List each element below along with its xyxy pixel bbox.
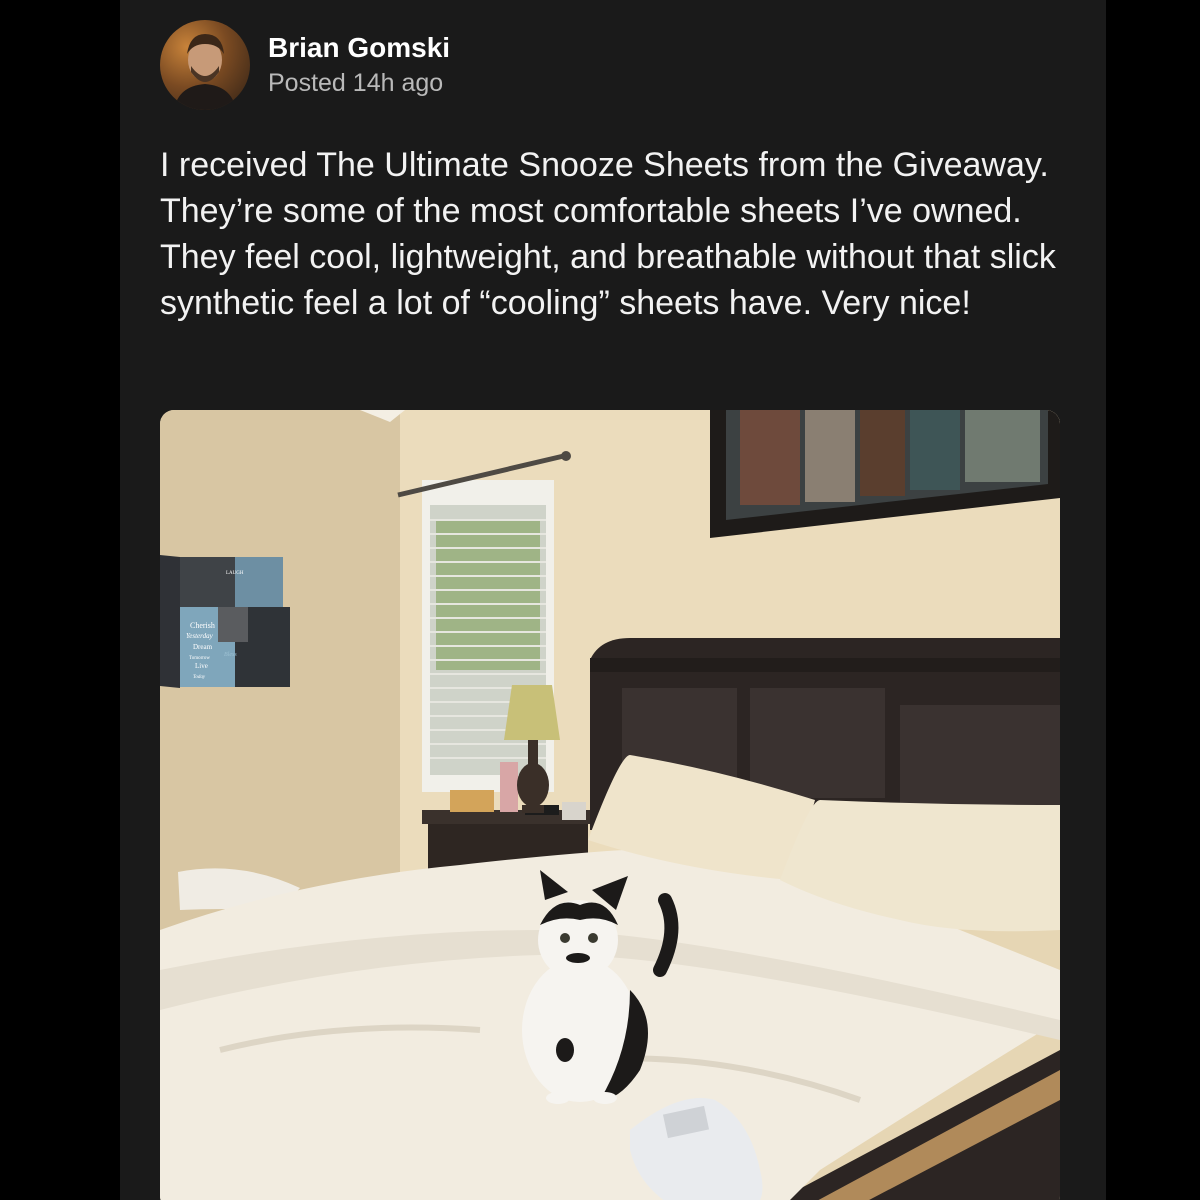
canvas-word-5: Live (195, 662, 208, 670)
person-icon (174, 34, 236, 110)
posted-time: 14h ago (352, 69, 444, 97)
window (397, 451, 571, 792)
posted-prefix: Posted (268, 69, 346, 97)
post-card: Brian Gomski Posted 14h ago I received T… (120, 0, 1106, 1200)
author-info: Brian Gomski Posted 14h ago (268, 31, 450, 99)
canvas-side-word: LAUGH (226, 571, 244, 576)
canvas-word-6: Today (193, 675, 206, 680)
canvas-word-3: Dream (193, 643, 213, 651)
author-name[interactable]: Brian Gomski (268, 31, 450, 65)
post-body: I received The Ultimate Snooze Sheets fr… (160, 146, 1056, 322)
canvas-word-2: Yesterday (186, 632, 214, 640)
post-header: Brian Gomski Posted 14h ago (160, 20, 450, 110)
author-avatar[interactable] (160, 20, 250, 110)
wall-canvas: Cherish Yesterday Dream Tomorrow Live To… (160, 555, 290, 688)
canvas-word-1: Cherish (190, 621, 215, 630)
bedroom-photo: Cherish Yesterday Dream Tomorrow Live To… (160, 410, 1060, 1200)
post-timestamp: Posted 14h ago (268, 67, 450, 99)
canvas-bless-word: Bless (224, 652, 237, 658)
canvas-word-4: Tomorrow (189, 656, 210, 661)
post-photo[interactable]: Cherish Yesterday Dream Tomorrow Live To… (160, 410, 1060, 1200)
